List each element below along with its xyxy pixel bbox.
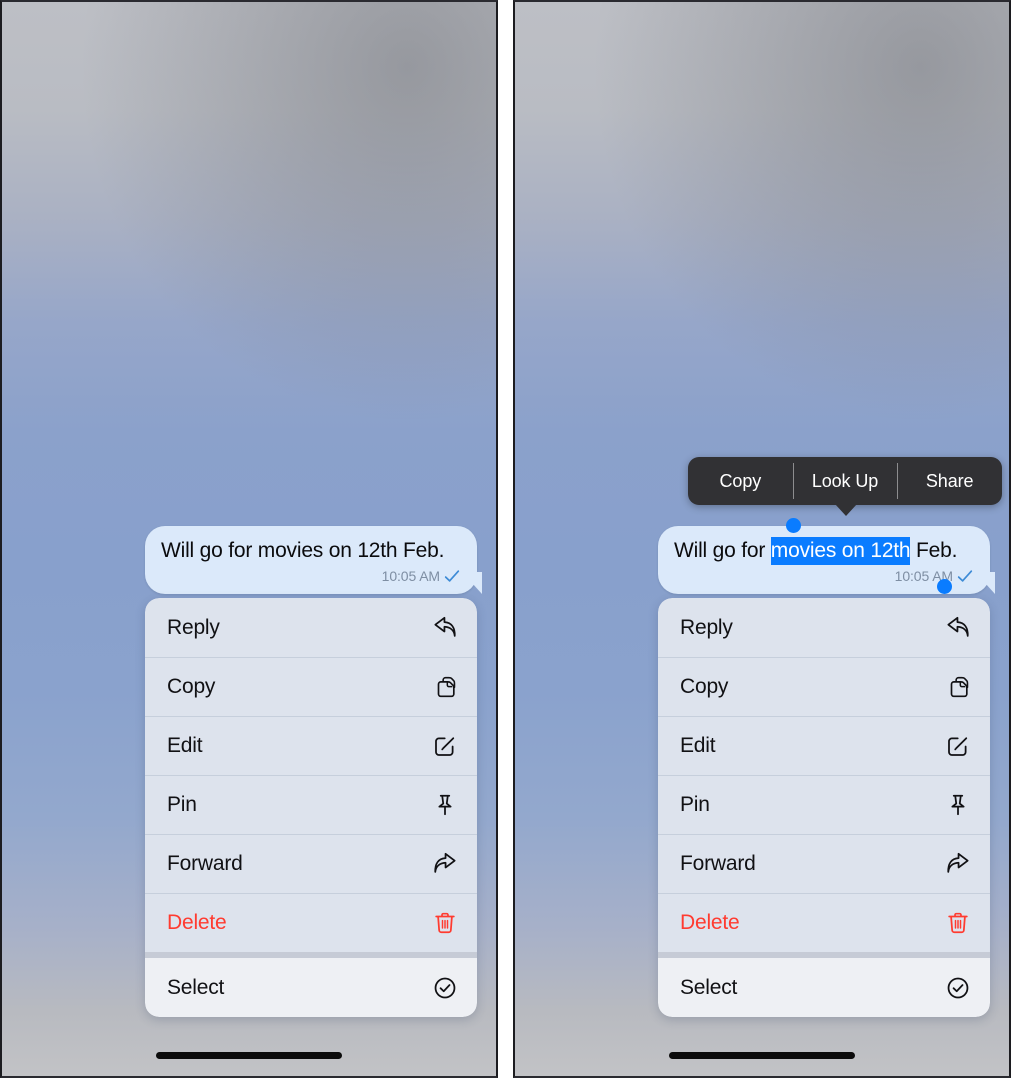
menu-item-forward[interactable]: Forward (658, 834, 990, 893)
menu-item-forward-label: Forward (680, 851, 756, 875)
menu-item-pin-label: Pin (167, 792, 197, 816)
menu-item-select[interactable]: Select (145, 958, 477, 1017)
message-bubble-left[interactable]: Will go for movies on 12th Feb. 10:05 AM (145, 526, 477, 594)
menu-item-copy-label: Copy (167, 674, 216, 698)
menu-item-select-label: Select (680, 975, 738, 999)
message-text-after-selection: Feb. (910, 539, 958, 562)
message-text-left: Will go for movies on 12th Feb. (161, 539, 445, 562)
home-indicator-right[interactable] (669, 1052, 855, 1059)
check-circle-icon (945, 975, 971, 1001)
check-icon (956, 567, 974, 585)
message-bubble-wrap-left: Will go for movies on 12th Feb. 10:05 AM (145, 526, 477, 594)
selection-handle-start[interactable] (786, 518, 801, 533)
menu-item-edit[interactable]: Edit (658, 716, 990, 775)
message-text-before-selection: Will go for (674, 539, 771, 562)
message-text-right: Will go for movies on 12th Feb. (674, 537, 974, 565)
message-meta-left: 10:05 AM (161, 566, 461, 586)
copy-docs-icon (945, 674, 971, 700)
menu-item-pin[interactable]: Pin (658, 775, 990, 834)
selection-handle-end[interactable] (937, 579, 952, 594)
trash-icon (945, 910, 971, 936)
menu-item-edit-label: Edit (680, 733, 716, 757)
menu-item-pin[interactable]: Pin (145, 775, 477, 834)
context-menu-secondary-group-left: Select (145, 958, 477, 1017)
message-timestamp-left: 10:05 AM (381, 568, 440, 584)
menu-item-copy[interactable]: Copy (658, 657, 990, 716)
menu-item-reply-label: Reply (680, 615, 733, 639)
forward-arrow-icon (945, 851, 971, 877)
menu-item-reply-label: Reply (167, 615, 220, 639)
context-menu-secondary-group-right: Select (658, 958, 990, 1017)
menu-item-delete-label: Delete (680, 910, 740, 934)
copy-docs-icon (432, 674, 458, 700)
check-circle-icon (432, 975, 458, 1001)
menu-item-pin-label: Pin (680, 792, 710, 816)
context-menu-left: Reply Copy Edit Pin Forward Delete Selec… (145, 598, 477, 1017)
menu-item-select-label: Select (167, 975, 225, 999)
edit-pencil-icon (432, 733, 458, 759)
menu-item-delete[interactable]: Delete (145, 893, 477, 952)
screenshot-stage: Will go for movies on 12th Feb. 10:05 AM… (0, 0, 1011, 1078)
context-menu-primary-group-right: Reply Copy Edit Pin Forward Delete (658, 598, 990, 952)
context-menu-primary-group-left: Reply Copy Edit Pin Forward Delete (145, 598, 477, 952)
edit-pencil-icon (945, 733, 971, 759)
pin-icon (432, 792, 458, 818)
phone-panel-left: Will go for movies on 12th Feb. 10:05 AM… (0, 0, 498, 1078)
menu-item-delete-label: Delete (167, 910, 227, 934)
menu-item-copy[interactable]: Copy (145, 657, 477, 716)
pin-icon (945, 792, 971, 818)
selection-popup-look-up[interactable]: Look Up (792, 457, 898, 505)
message-meta-right: 10:05 AM (674, 566, 974, 586)
context-menu-right: Reply Copy Edit Pin Forward Delete Selec… (658, 598, 990, 1017)
text-selection-popup: Copy Look Up Share (688, 457, 1002, 516)
message-bubble-right[interactable]: Will go for movies on 12th Feb. 10:05 AM (658, 518, 990, 594)
forward-arrow-icon (432, 851, 458, 877)
menu-item-select[interactable]: Select (658, 958, 990, 1017)
reply-arrow-icon (945, 615, 971, 641)
menu-item-forward[interactable]: Forward (145, 834, 477, 893)
menu-item-reply[interactable]: Reply (145, 598, 477, 657)
reply-arrow-icon (432, 615, 458, 641)
trash-icon (432, 910, 458, 936)
home-indicator-left[interactable] (156, 1052, 342, 1059)
menu-item-forward-label: Forward (167, 851, 243, 875)
phone-panel-right: Copy Look Up Share Will go for movies on… (513, 0, 1011, 1078)
menu-item-edit[interactable]: Edit (145, 716, 477, 775)
check-icon (443, 567, 461, 585)
menu-item-copy-label: Copy (680, 674, 729, 698)
popup-arrow-icon (835, 504, 857, 516)
message-bubble-wrap-right: Will go for movies on 12th Feb. 10:05 AM (658, 518, 990, 594)
selection-popup-share[interactable]: Share (897, 457, 1002, 505)
menu-item-delete[interactable]: Delete (658, 893, 990, 952)
menu-item-edit-label: Edit (167, 733, 203, 757)
message-text-selected[interactable]: movies on 12th (770, 537, 911, 565)
selection-popup-copy[interactable]: Copy (688, 457, 793, 505)
menu-item-reply[interactable]: Reply (658, 598, 990, 657)
